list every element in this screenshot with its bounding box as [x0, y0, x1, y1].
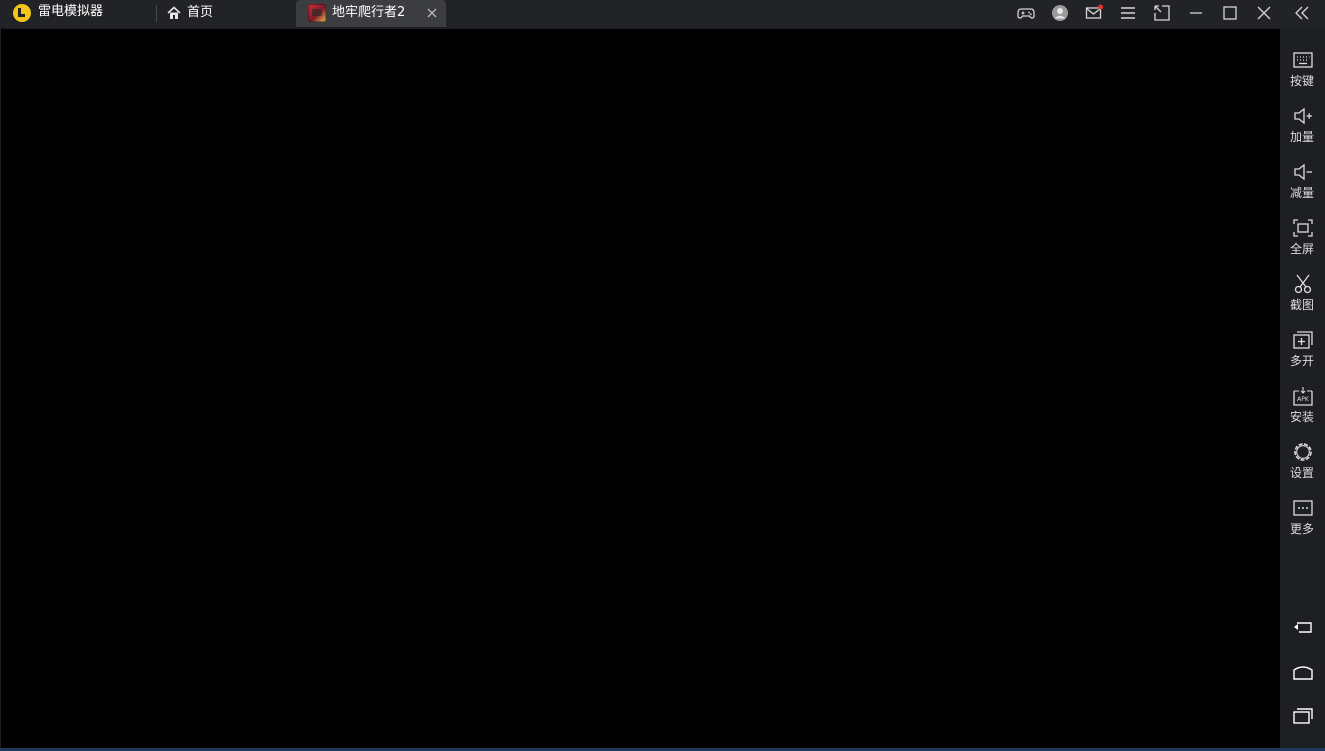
gamepad-icon[interactable] — [1014, 2, 1038, 24]
multi-instance-icon — [1293, 331, 1313, 349]
svg-text:APK: APK — [1297, 396, 1310, 403]
app-name: 雷电模拟器 — [38, 4, 104, 19]
keyboard-icon — [1293, 52, 1313, 68]
sidebar-item-label: 全屏 — [1289, 242, 1314, 256]
tab-game[interactable]: 地牢爬行者2 — [296, 0, 446, 27]
nav-recent-button[interactable] — [1281, 696, 1325, 732]
volume-down-icon — [1294, 163, 1312, 181]
maximize-icon[interactable] — [1218, 2, 1242, 24]
resize-window-icon[interactable] — [1150, 2, 1174, 24]
collapse-sidebar-icon[interactable] — [1290, 2, 1314, 24]
sidebar-item-label: 多开 — [1289, 354, 1314, 368]
more-icon — [1293, 500, 1313, 516]
sidebar-item-label: 设置 — [1289, 466, 1314, 480]
tab-home[interactable]: 首页 — [160, 0, 290, 27]
sidebar-item-settings[interactable]: 设置 — [1281, 436, 1325, 488]
user-avatar-icon[interactable] — [1048, 2, 1072, 24]
volume-up-icon — [1294, 107, 1312, 125]
home-nav-icon — [1293, 666, 1313, 680]
sidebar-item-install-apk[interactable]: APK 安装 — [1281, 380, 1325, 432]
minimize-icon[interactable] — [1184, 2, 1208, 24]
sidebar-item-label: 更多 — [1289, 522, 1314, 536]
close-icon[interactable] — [1252, 2, 1276, 24]
tab-game-label: 地牢爬行者2 — [332, 5, 406, 20]
back-icon — [1294, 622, 1312, 633]
menu-icon[interactable] — [1116, 2, 1140, 24]
tab-close-icon[interactable] — [424, 5, 440, 21]
sidebar-item-keymap[interactable]: 按键 — [1281, 44, 1325, 96]
sidebar-item-label: 安装 — [1289, 410, 1314, 424]
mail-icon[interactable] — [1082, 2, 1106, 24]
sidebar-item-screenshot[interactable]: 截图 — [1281, 268, 1325, 320]
sidebar: 按键 加量 减量 全屏 截图 多开 APK 安装 设置 更多 — [1281, 28, 1325, 751]
app-logo-icon — [12, 3, 32, 23]
sidebar-item-label: 加量 — [1289, 130, 1314, 144]
home-icon — [166, 5, 182, 21]
game-icon — [308, 4, 326, 22]
sidebar-item-label: 按键 — [1289, 74, 1314, 88]
gear-icon — [1294, 443, 1312, 461]
sidebar-item-volume-down[interactable]: 减量 — [1281, 156, 1325, 208]
scissors-icon — [1294, 274, 1312, 294]
sidebar-item-fullscreen[interactable]: 全屏 — [1281, 212, 1325, 264]
title-bar: 雷电模拟器 首页 地牢爬行者2 — [0, 0, 1325, 27]
recent-apps-icon — [1293, 708, 1313, 724]
nav-back-button[interactable] — [1281, 608, 1325, 644]
tab-separator — [156, 5, 157, 22]
sidebar-item-more[interactable]: 更多 — [1281, 492, 1325, 544]
apk-install-icon: APK — [1293, 387, 1313, 406]
nav-home-button[interactable] — [1281, 652, 1325, 688]
emulator-screen[interactable] — [1, 29, 1280, 749]
sidebar-item-multi-instance[interactable]: 多开 — [1281, 324, 1325, 376]
sidebar-item-volume-up[interactable]: 加量 — [1281, 100, 1325, 152]
fullscreen-icon — [1293, 219, 1313, 237]
sidebar-item-label: 截图 — [1289, 298, 1314, 312]
sidebar-item-label: 减量 — [1289, 186, 1314, 200]
tab-home-label: 首页 — [187, 5, 214, 20]
